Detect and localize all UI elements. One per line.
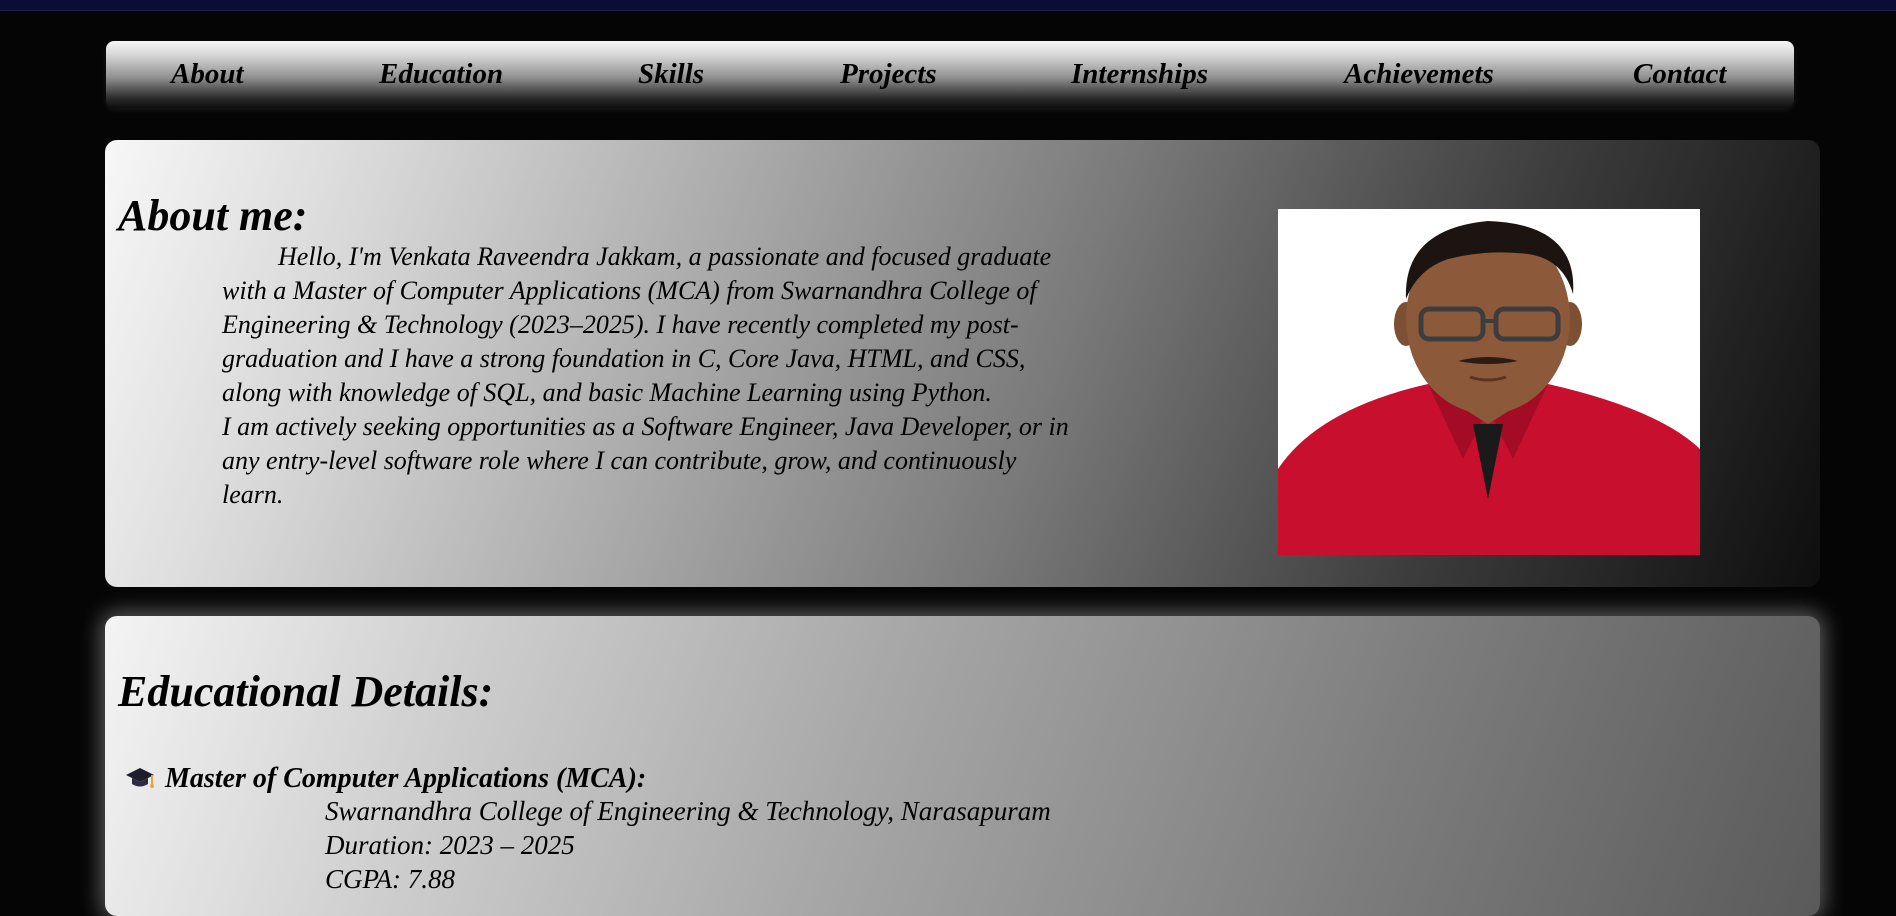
about-paragraph-2: I am actively seeking opportunities as a…: [222, 412, 1069, 509]
top-strip: [0, 0, 1896, 11]
education-heading: Educational Details:: [118, 667, 494, 716]
graduation-cap-icon: [125, 765, 157, 799]
nav-link-about[interactable]: About: [171, 41, 244, 108]
cgpa: CGPA: 7.88: [325, 864, 456, 894]
nav-link-achievements[interactable]: Achievemets: [1344, 41, 1494, 108]
nav-link-contact[interactable]: Contact: [1633, 41, 1726, 108]
nav-link-projects[interactable]: Projects: [840, 41, 937, 108]
nav-link-internships[interactable]: Internships: [1071, 41, 1208, 108]
education-section: Educational Details: Master of Computer …: [105, 616, 1820, 916]
about-text: Hello, I'm Venkata Raveendra Jakkam, a p…: [222, 240, 1072, 512]
about-heading: About me:: [118, 191, 308, 240]
about-paragraph-1: Hello, I'm Venkata Raveendra Jakkam, a p…: [222, 242, 1052, 407]
degree-title: Master of Computer Applications (MCA):: [165, 763, 647, 794]
nav-link-skills[interactable]: Skills: [638, 41, 704, 108]
duration: Duration: 2023 – 2025: [325, 830, 575, 860]
college-name: Swarnandhra College of Engineering & Tec…: [325, 796, 1051, 826]
navbar: About Education Skills Projects Internsh…: [106, 41, 1794, 108]
profile-photo-illustration: [1278, 209, 1700, 555]
nav-link-education[interactable]: Education: [379, 41, 503, 108]
education-details: Swarnandhra College of Engineering & Tec…: [325, 794, 1051, 896]
profile-photo: [1278, 209, 1700, 555]
about-section: About me: Hello, I'm Venkata Raveendra J…: [105, 140, 1820, 587]
